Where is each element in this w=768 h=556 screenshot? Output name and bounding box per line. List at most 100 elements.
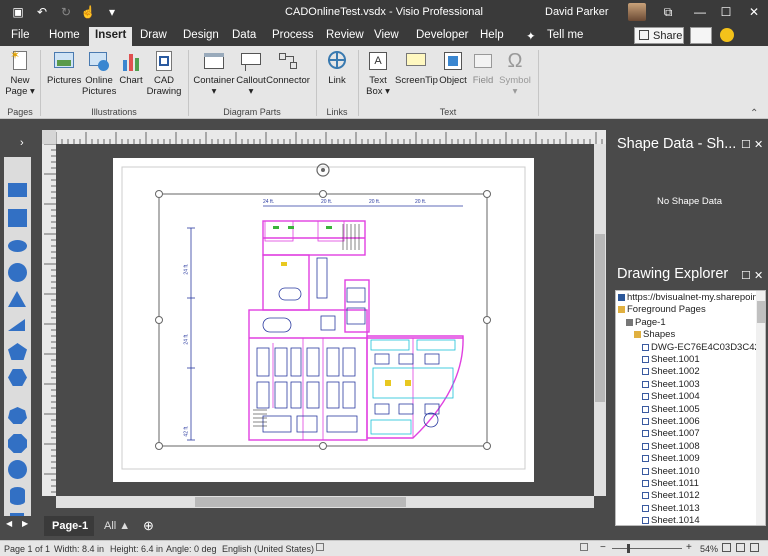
new-page-button[interactable]: ✶ New Page ▾: [5, 49, 35, 97]
cad-drawing-button[interactable]: CAD Drawing: [146, 50, 182, 97]
tab-home[interactable]: Home: [49, 29, 80, 41]
comments-button[interactable]: [690, 27, 712, 44]
maximize-icon[interactable]: ☐: [716, 3, 736, 21]
tree-item[interactable]: https://bvisualnet-my.sharepoint.: [618, 292, 763, 304]
tree-item[interactable]: Sheet.1002: [642, 366, 700, 378]
tree-item[interactable]: Sheet.1013: [642, 503, 700, 515]
avatar[interactable]: [628, 3, 646, 21]
page-tab-page-1[interactable]: Page-1: [44, 516, 94, 536]
stencil-rectangle-shape[interactable]: [8, 183, 27, 197]
cad-drawing[interactable]: [113, 158, 534, 482]
link-button[interactable]: Link: [322, 50, 352, 86]
shape-icon: [642, 355, 649, 363]
tab-data[interactable]: Data: [232, 29, 256, 41]
stencil-ellipse-shape[interactable]: [8, 240, 27, 252]
tree-item[interactable]: Page-1: [626, 317, 666, 329]
tree-item[interactable]: Sheet.1014: [642, 515, 700, 525]
explorer-scrollbar[interactable]: [756, 291, 765, 525]
tab-review[interactable]: Review: [326, 29, 364, 41]
stencil-can-shape[interactable]: [10, 487, 25, 505]
shape-data-close-icon[interactable]: ✕: [754, 138, 763, 151]
screentip-button[interactable]: ScreenTip: [395, 50, 438, 86]
drawing-page[interactable]: 24 ft. 20 ft. 20 ft. 20 ft. 24 ft. 24 ft…: [113, 158, 534, 482]
tree-item[interactable]: Shapes: [634, 329, 675, 341]
chart-button[interactable]: Chart: [117, 50, 145, 86]
switch-windows-icon[interactable]: [736, 543, 745, 552]
minimize-icon[interactable]: —: [690, 3, 710, 21]
drawing-explorer-tree[interactable]: https://bvisualnet-my.sharepoint. Foregro…: [615, 290, 766, 526]
stencil-triangle-shape[interactable]: [8, 291, 26, 307]
zoom-level[interactable]: 54%: [700, 544, 718, 554]
explorer-restore-icon[interactable]: ☐: [741, 269, 751, 282]
collapse-ribbon-icon[interactable]: ⌃: [750, 108, 758, 119]
tab-view[interactable]: View: [374, 29, 399, 41]
fit-window-icon[interactable]: [722, 543, 731, 552]
tab-file[interactable]: File: [11, 29, 30, 41]
stencil-right-triangle-shape[interactable]: [8, 319, 25, 331]
online-pictures-button[interactable]: Online Pictures: [82, 50, 116, 97]
pan-zoom-icon[interactable]: [750, 543, 759, 552]
tree-item-label: Foreground Pages: [627, 304, 706, 316]
tree-item[interactable]: Sheet.1007: [642, 428, 700, 440]
zoom-slider-thumb[interactable]: [627, 544, 630, 553]
text-box-button[interactable]: A Text Box ▾: [362, 50, 394, 97]
stencil-hexagon-shape[interactable]: [8, 369, 27, 386]
tab-process[interactable]: Process: [272, 29, 314, 41]
stencil-decagon-shape[interactable]: [8, 460, 27, 479]
user-name[interactable]: David Parker: [545, 6, 609, 18]
connector-button[interactable]: Connector: [266, 50, 310, 86]
tab-insert[interactable]: Insert: [89, 27, 133, 46]
tree-item[interactable]: Sheet.1011: [642, 478, 699, 490]
explorer-close-icon[interactable]: ✕: [754, 269, 763, 282]
shape-data-restore-icon[interactable]: ☐: [741, 138, 751, 151]
share-button[interactable]: Share: [634, 27, 684, 44]
tree-item[interactable]: DWG-EC76E4C03D3C42AD: [642, 342, 765, 354]
explorer-scroll-thumb[interactable]: [757, 301, 765, 323]
zoom-out-icon[interactable]: −: [600, 542, 606, 553]
tree-item[interactable]: Sheet.1003: [642, 379, 700, 391]
tree-item[interactable]: Sheet.1010: [642, 466, 700, 478]
tree-item[interactable]: Sheet.1005: [642, 404, 700, 416]
add-page-icon[interactable]: ⊕: [143, 518, 154, 534]
callout-label-2: ▾: [248, 86, 254, 97]
stencil-circle-shape[interactable]: [8, 263, 27, 282]
tree-item[interactable]: Sheet.1001: [642, 354, 700, 366]
field-button[interactable]: Field: [469, 50, 497, 86]
tell-me-box[interactable]: Tell me: [547, 29, 583, 41]
zoom-in-icon[interactable]: +: [686, 542, 692, 553]
stencil-square-shape[interactable]: [8, 209, 27, 227]
status-page-count[interactable]: Page 1 of 1: [4, 544, 50, 554]
stencil-heptagon-shape[interactable]: [8, 407, 27, 424]
tree-item[interactable]: Sheet.1009: [642, 453, 700, 465]
tab-help[interactable]: Help: [480, 29, 504, 41]
zoom-slider[interactable]: [612, 548, 682, 549]
pictures-button[interactable]: Pictures: [47, 50, 81, 86]
expand-shapes-icon[interactable]: ›: [20, 137, 24, 149]
object-button[interactable]: Object: [437, 50, 469, 86]
horizontal-scroll-thumb[interactable]: [195, 497, 406, 507]
container-button[interactable]: Container ▾: [193, 50, 235, 97]
tree-item[interactable]: Sheet.1008: [642, 441, 700, 453]
tab-developer[interactable]: Developer: [416, 29, 468, 41]
page-nav-next-icon[interactable]: ▶: [22, 519, 28, 528]
ribbon-display-options-icon[interactable]: ⧉: [658, 3, 678, 21]
page-nav-prev-icon[interactable]: ◀: [6, 519, 12, 528]
cad-drawing-label-2: Drawing: [146, 86, 182, 97]
callout-button[interactable]: Callout ▾: [236, 50, 266, 97]
status-language[interactable]: English (United States): [222, 544, 314, 554]
stencil-pentagon-shape[interactable]: [8, 343, 27, 360]
feedback-smiley-icon[interactable]: [720, 28, 734, 42]
tree-item[interactable]: Sheet.1004: [642, 391, 700, 403]
tree-item[interactable]: Foreground Pages: [618, 304, 706, 316]
close-icon[interactable]: ✕: [744, 3, 764, 21]
tree-item[interactable]: Sheet.1012: [642, 490, 700, 502]
fit-page-icon[interactable]: [580, 543, 588, 551]
tab-design[interactable]: Design: [183, 29, 219, 41]
symbol-button[interactable]: Ω Symbol ▾: [498, 50, 532, 97]
tab-draw[interactable]: Draw: [140, 29, 167, 41]
macro-record-icon[interactable]: [316, 543, 324, 551]
all-pages-button[interactable]: All ▲: [104, 520, 130, 532]
vertical-scroll-thumb[interactable]: [595, 234, 605, 402]
stencil-octagon-shape[interactable]: [8, 434, 27, 453]
tree-item[interactable]: Sheet.1006: [642, 416, 700, 428]
